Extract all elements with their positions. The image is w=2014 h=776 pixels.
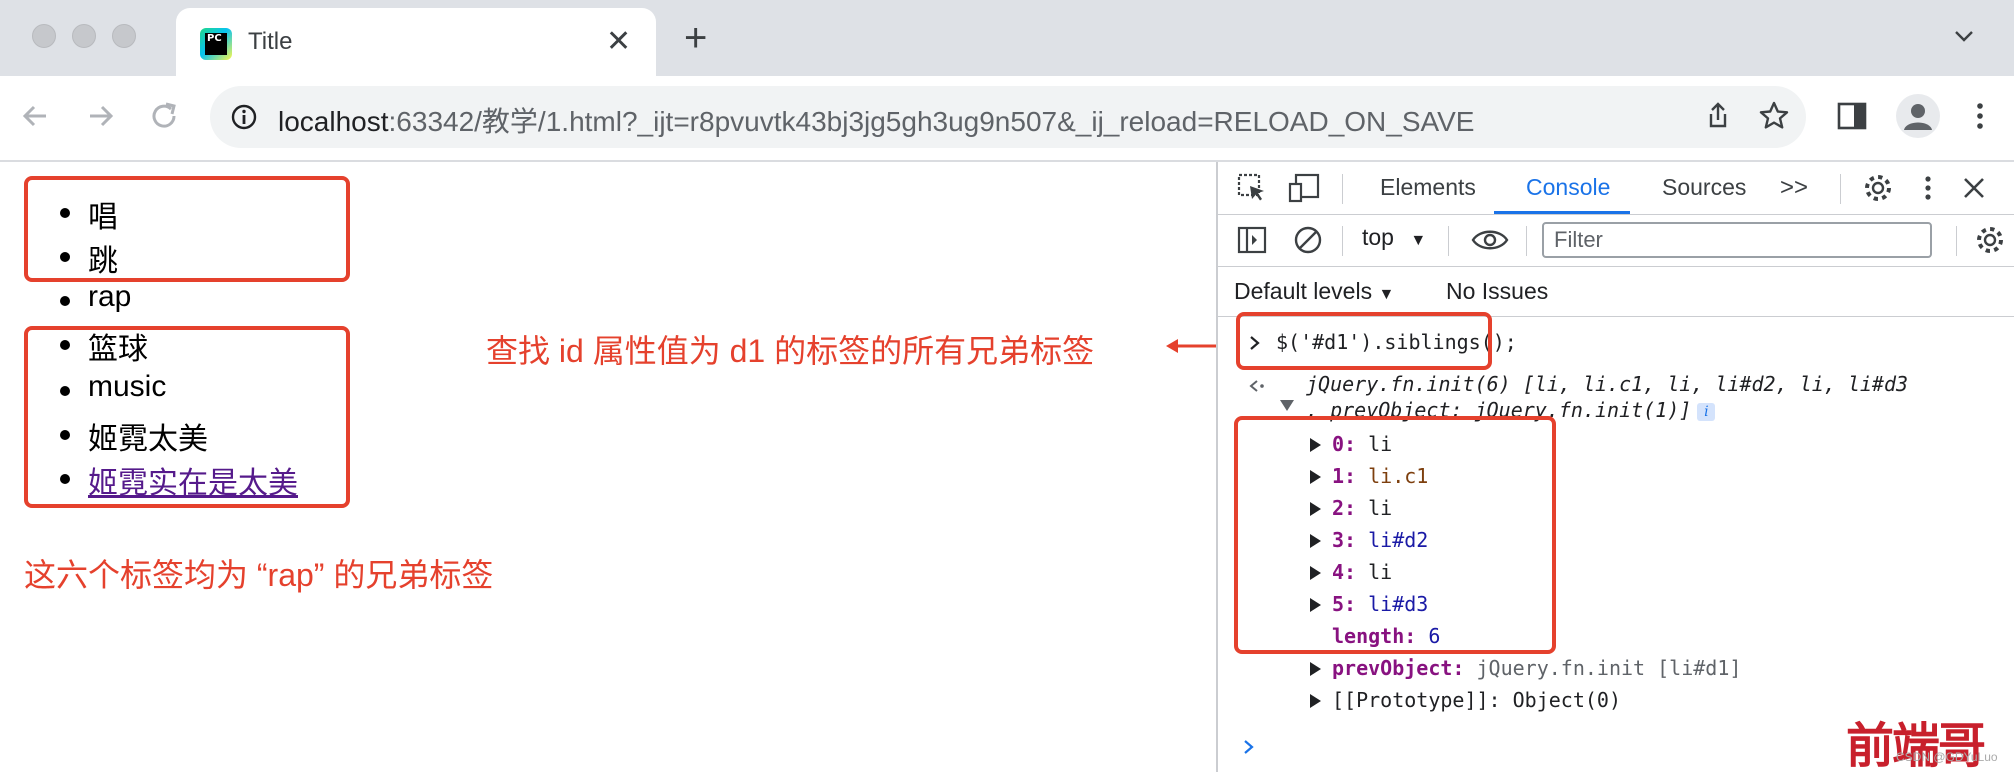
forward-arrow-icon[interactable] [80,96,120,136]
tab-title: Title [248,28,293,55]
url-text[interactable]: localhost:63342/教学/1.html?_ijt=r8pvuvtk4… [278,100,1474,140]
chrome-menu-icon[interactable] [1962,98,1998,134]
expand-triangle-icon[interactable] [1310,694,1321,708]
tab-close-icon[interactable]: ✕ [606,22,631,62]
tab-elements[interactable]: Elements [1380,174,1476,201]
pycharm-favicon-icon: PC [200,28,232,60]
devtools-tabbar: Elements Console Sources >> [1218,162,2014,215]
person-icon [1904,104,1932,130]
browser-tabstrip: PC Title ✕ + [0,0,2014,76]
separator [1448,226,1449,256]
context-selector[interactable]: top ▼ [1362,224,1426,251]
bookmark-star-icon[interactable] [1758,100,1790,132]
console-levels-bar: Default levels ▼ No Issues [1218,266,2014,317]
back-arrow-icon[interactable] [16,96,56,136]
console-prompt-icon[interactable] [1242,738,1256,756]
console-settings-gear-icon[interactable] [1974,224,2006,256]
separator [1526,226,1527,256]
console-toolbar: top ▼ [1218,214,2014,267]
separator [1342,226,1343,256]
more-tabs-button[interactable]: >> [1780,174,1808,202]
reload-icon[interactable] [144,96,184,136]
csdn-credit: CSDN @GDYuLuo [1896,750,1998,764]
browser-toolbar: localhost:63342/教学/1.html?_ijt=r8pvuvtk4… [0,76,2014,162]
prototype-entry[interactable]: [[Prototype]]: Object(0) [1332,688,1621,712]
devtools-panel: Elements Console Sources >> top ▼ Filter… [1216,162,2014,772]
window-zoom-button[interactable] [112,24,136,48]
expand-triangle-icon[interactable] [1280,400,1294,411]
window-close-button[interactable] [32,24,56,48]
page-viewport: 唱 跳 rap 篮球 music 姬霓太美 姬霓实在是太美 查找 id 属性值为… [0,162,1220,772]
dropdown-caret-icon: ▼ [1378,286,1395,303]
filter-field[interactable] [1542,222,1932,258]
profile-avatar-icon[interactable] [1896,94,1940,138]
address-bar[interactable]: localhost:63342/教学/1.html?_ijt=r8pvuvtk4… [210,86,1806,148]
tab-sources[interactable]: Sources [1662,174,1746,201]
settings-gear-icon[interactable] [1862,172,1894,204]
dropdown-caret-icon: ▼ [1410,232,1427,249]
side-panel-icon[interactable] [1834,98,1870,134]
annotation-arrow-icon [1166,339,1220,353]
default-levels-dropdown[interactable]: Default levels ▼ [1234,278,1394,305]
share-icon[interactable] [1702,100,1734,132]
sidebar-toggle-icon[interactable] [1236,224,1268,256]
devtools-menu-icon[interactable] [1918,172,1938,204]
console-output: $('#d1').siblings(); jQuery.fn.init(6) [… [1218,312,2014,772]
annotation-box-console-input [1236,312,1492,370]
live-expression-eye-icon[interactable] [1470,226,1510,254]
annotation-box-bottom [24,326,350,508]
separator [1342,174,1343,204]
bullet [60,296,70,306]
console-result-line1[interactable]: jQuery.fn.init(6) [li, li.c1, li, li#d2,… [1306,372,1908,396]
new-tab-button[interactable]: + [684,16,707,60]
annotation-box-top [24,176,350,282]
filter-input[interactable] [1552,226,1926,254]
window-minimize-button[interactable] [72,24,96,48]
tab-console[interactable]: Console [1526,174,1610,201]
tab-search-chevron-icon[interactable] [1952,24,1976,48]
browser-tab-active[interactable]: PC Title ✕ [176,8,656,76]
separator [1840,174,1841,204]
site-info-icon[interactable] [230,103,258,131]
info-icon[interactable]: i [1697,402,1716,421]
watermark-logo: 前端哥 [1846,718,1986,774]
device-toolbar-icon[interactable] [1288,172,1322,204]
inspect-element-icon[interactable] [1236,172,1268,204]
clear-console-icon[interactable] [1292,224,1324,256]
close-devtools-icon[interactable] [1960,174,1988,202]
annotation-box-console-entries [1234,416,1556,654]
separator [1956,226,1957,256]
expand-triangle-icon[interactable] [1310,662,1321,676]
prev-object-entry[interactable]: prevObject: jQuery.fn.init [li#d1] [1332,656,1741,680]
issues-counter[interactable]: No Issues [1446,278,1548,305]
annotation-find-siblings: 查找 id 属性值为 d1 的标签的所有兄弟标签 [486,333,1095,369]
result-arrow-icon [1249,380,1264,392]
annotation-siblings-note: 这六个标签均为 “rap” 的兄弟标签 [24,557,494,593]
